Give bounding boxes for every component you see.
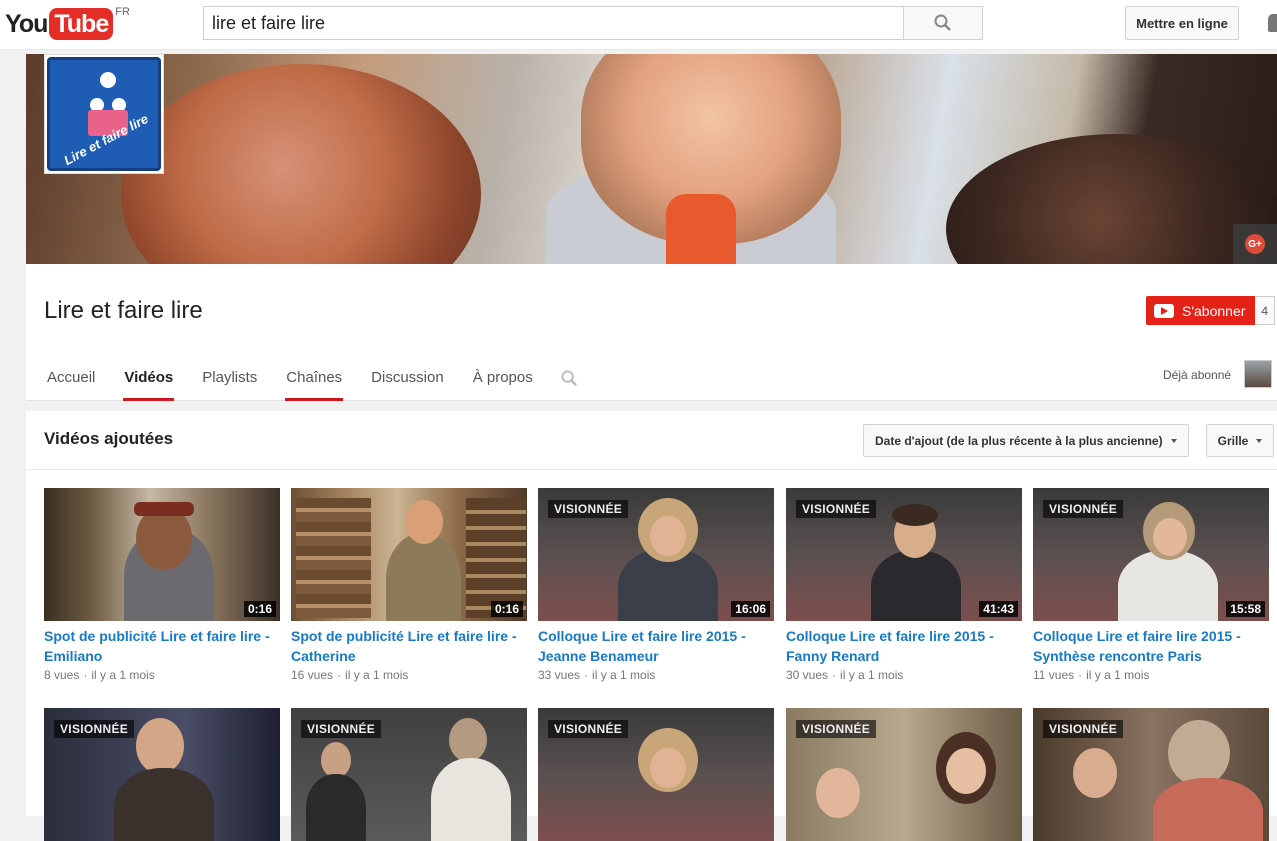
video-thumbnail[interactable]: 0:16	[44, 488, 280, 621]
video-thumbnail[interactable]: VISIONNÉE	[44, 708, 280, 841]
tab-discussion[interactable]: Discussion	[370, 364, 445, 401]
view-count: 30 vues	[786, 668, 829, 682]
google-plus-link[interactable]: G+	[1233, 224, 1277, 264]
view-count: 16 vues	[291, 668, 334, 682]
video-card[interactable]: 0:16 Spot de publicité Lire et faire lir…	[291, 488, 527, 682]
videos-section: Vidéos ajoutées Date d'ajout (de la plus…	[26, 411, 1277, 841]
video-thumbnail[interactable]: VISIONNÉE	[1033, 708, 1269, 841]
video-title[interactable]: Colloque Lire et faire lire 2015 - Fanny…	[786, 626, 1022, 666]
upload-age: il y a 1 mois	[345, 668, 409, 682]
video-title[interactable]: Colloque Lire et faire lire 2015 - Synth…	[1033, 626, 1269, 666]
chevron-down-icon	[1170, 438, 1177, 443]
video-card[interactable]: 0:16 Spot de publicité Lire et faire lir…	[44, 488, 280, 682]
channel-banner: G+	[26, 54, 1277, 264]
watched-badge: VISIONNÉE	[796, 720, 877, 738]
channel-header: Lire et faire lire S'abonner 4 Accueil V…	[26, 264, 1277, 401]
subscribe-button[interactable]: S'abonner	[1146, 296, 1256, 325]
video-duration: 15:58	[1226, 601, 1265, 617]
subscriber-count: 4	[1255, 296, 1276, 325]
channel-search-button[interactable]	[561, 364, 581, 392]
view-count: 8 vues	[44, 668, 80, 682]
already-subscribed-label: Déjà abonné	[1163, 368, 1232, 382]
video-meta: 16 vues · il y a 1 mois	[291, 668, 409, 682]
watched-badge: VISIONNÉE	[796, 500, 877, 518]
video-thumbnail[interactable]: VISIONNÉE	[538, 708, 774, 841]
view-label: Grille	[1217, 433, 1249, 448]
watched-badge: VISIONNÉE	[1043, 500, 1124, 518]
view-dropdown[interactable]: Grille	[1206, 424, 1274, 457]
video-card[interactable]: VISIONNÉE 41:43 Colloque Lire et faire l…	[786, 488, 1022, 682]
video-duration: 41:43	[979, 601, 1018, 617]
logo-you: You	[5, 10, 48, 38]
search-input[interactable]	[203, 6, 903, 40]
region-label: FR	[115, 6, 130, 18]
view-count: 33 vues	[538, 668, 581, 682]
channel-tabs: Accueil Vidéos Playlists Chaînes Discuss…	[46, 364, 581, 401]
video-meta: 8 vues · il y a 1 mois	[44, 668, 155, 682]
upload-button[interactable]: Mettre en ligne	[1125, 6, 1239, 40]
sort-dropdown[interactable]: Date d'ajout (de la plus récente à la pl…	[863, 424, 1189, 457]
view-count: 11 vues	[1033, 668, 1075, 682]
watched-badge: VISIONNÉE	[54, 720, 135, 738]
watched-badge: VISIONNÉE	[1043, 720, 1124, 738]
video-thumbnail[interactable]: VISIONNÉE	[291, 708, 527, 841]
notifications-icon[interactable]	[1268, 14, 1277, 32]
upload-age: il y a 1 mois	[592, 668, 656, 682]
video-title[interactable]: Colloque Lire et faire lire 2015 - Jeann…	[538, 626, 774, 666]
upload-age: il y a 1 mois	[1086, 668, 1150, 682]
google-plus-icon: G+	[1245, 234, 1265, 254]
upload-age: il y a 1 mois	[91, 668, 155, 682]
masthead: You Tube FR Mettre en ligne	[0, 0, 1277, 50]
search-icon	[934, 14, 951, 31]
video-thumbnail[interactable]: VISIONNÉE	[786, 708, 1022, 841]
video-card[interactable]: VISIONNÉE	[291, 708, 527, 841]
video-card[interactable]: VISIONNÉE	[538, 708, 774, 841]
video-card[interactable]: VISIONNÉE	[786, 708, 1022, 841]
tab-playlists[interactable]: Playlists	[201, 364, 258, 401]
video-duration: 0:16	[490, 601, 523, 617]
video-card[interactable]: VISIONNÉE 15:58 Colloque Lire et faire l…	[1033, 488, 1269, 682]
chevron-down-icon	[1256, 438, 1263, 443]
search-button[interactable]	[903, 6, 983, 40]
youtube-play-icon	[1154, 303, 1174, 318]
video-meta: 30 vues · il y a 1 mois	[786, 668, 904, 682]
video-duration: 16:06	[731, 601, 770, 617]
video-thumbnail[interactable]: VISIONNÉE 41:43	[786, 488, 1022, 621]
sort-label: Date d'ajout (de la plus récente à la pl…	[875, 433, 1163, 448]
video-thumbnail[interactable]: VISIONNÉE 16:06	[538, 488, 774, 621]
watched-badge: VISIONNÉE	[548, 500, 629, 518]
video-meta: 33 vues · il y a 1 mois	[538, 668, 656, 682]
subscribe-control: S'abonner 4	[1146, 296, 1276, 325]
watched-badge: VISIONNÉE	[548, 720, 629, 738]
section-heading: Vidéos ajoutées	[44, 429, 174, 448]
watched-badge: VISIONNÉE	[301, 720, 382, 738]
video-title[interactable]: Spot de publicité Lire et faire lire - E…	[44, 626, 280, 666]
video-card[interactable]: VISIONNÉE	[44, 708, 280, 841]
video-thumbnail[interactable]: 0:16	[291, 488, 527, 621]
search-bar	[203, 6, 983, 40]
user-avatar[interactable]	[1244, 360, 1272, 388]
youtube-logo[interactable]: You Tube FR	[5, 6, 130, 42]
channel-avatar[interactable]: Lire et faire lire	[44, 54, 164, 174]
tab-videos[interactable]: Vidéos	[123, 364, 175, 401]
tab-channels[interactable]: Chaînes	[285, 364, 344, 401]
video-card[interactable]: VISIONNÉE 16:06 Colloque Lire et faire l…	[538, 488, 774, 682]
upload-age: il y a 1 mois	[840, 668, 904, 682]
video-duration: 0:16	[243, 601, 276, 617]
video-meta: 11 vues · il y a 1 mois	[1033, 668, 1150, 682]
search-icon	[561, 369, 577, 386]
video-card[interactable]: VISIONNÉE	[1033, 708, 1269, 841]
logo-tube: Tube	[49, 8, 114, 40]
channel-title[interactable]: Lire et faire lire	[44, 297, 203, 325]
tab-home[interactable]: Accueil	[46, 364, 96, 401]
subscribe-label: S'abonner	[1182, 302, 1246, 319]
video-title[interactable]: Spot de publicité Lire et faire lire - C…	[291, 626, 527, 666]
tab-about[interactable]: À propos	[472, 364, 534, 401]
video-thumbnail[interactable]: VISIONNÉE 15:58	[1033, 488, 1269, 621]
